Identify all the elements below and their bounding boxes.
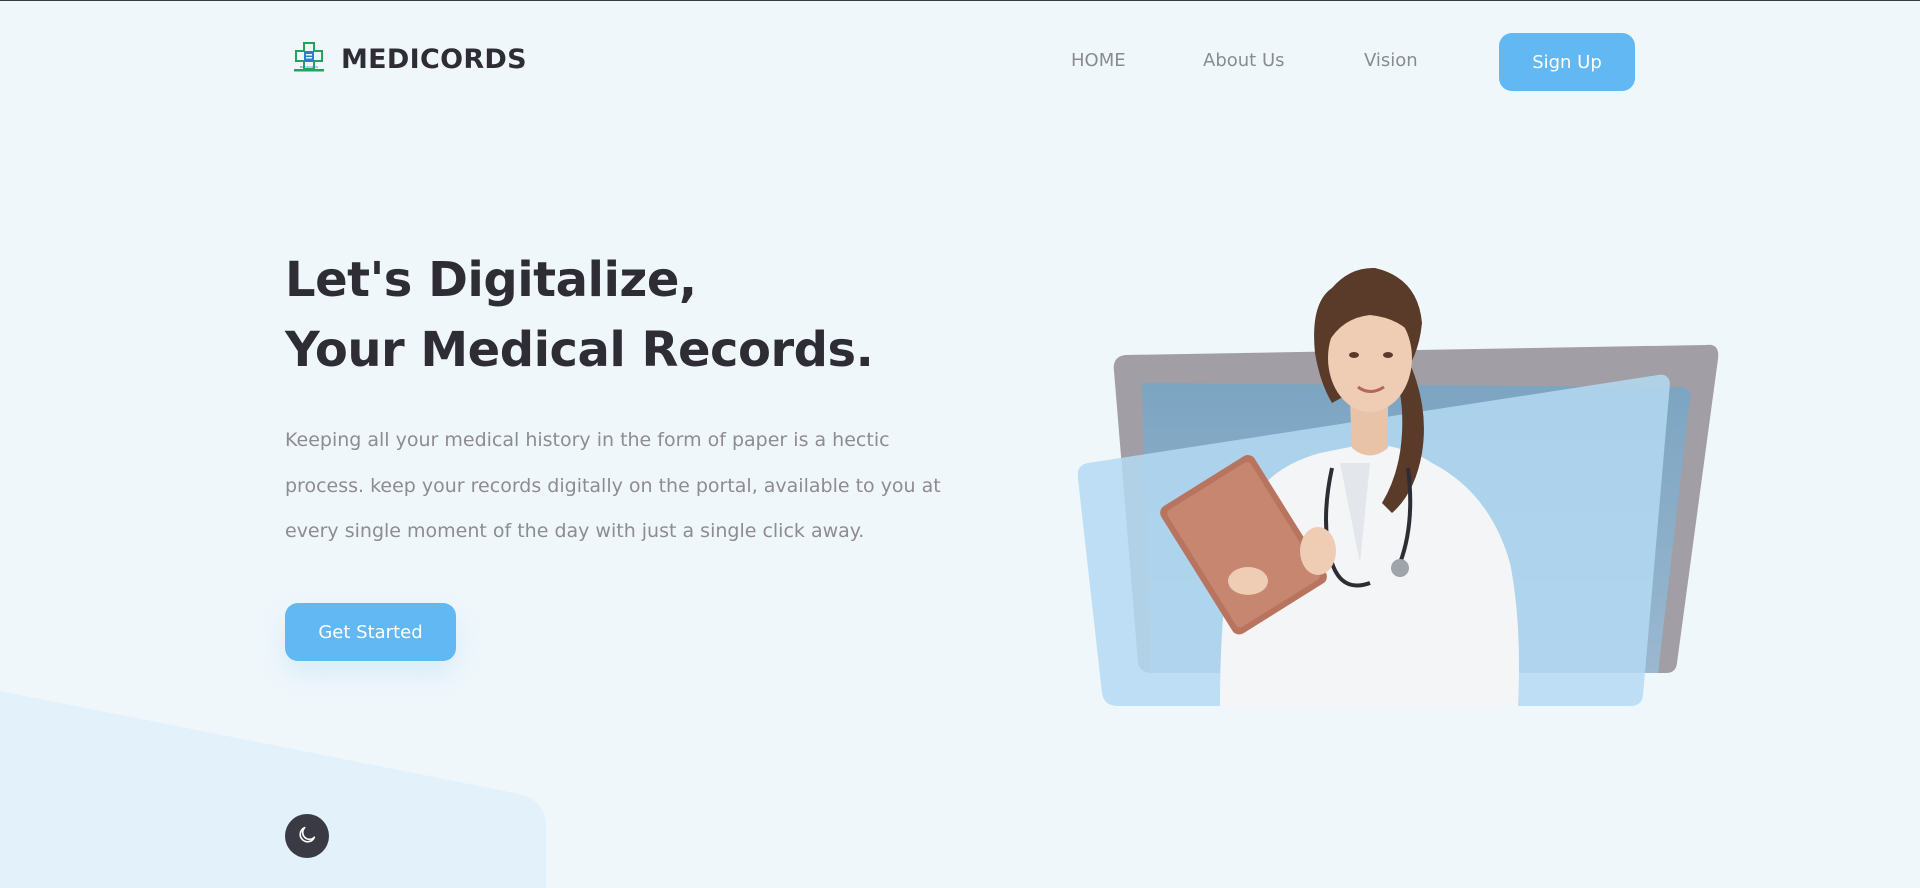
hero-description-line: Keeping all your medical history in the … bbox=[285, 429, 890, 451]
hero-description: Keeping all your medical history in the … bbox=[285, 418, 985, 555]
nav-home-link[interactable]: HOME bbox=[1071, 50, 1126, 71]
theme-toggle-button[interactable] bbox=[285, 814, 329, 858]
sign-up-button[interactable]: Sign Up bbox=[1499, 33, 1635, 91]
logo-wordmark: MEDICORDS bbox=[300, 65, 319, 69]
moon-icon bbox=[296, 824, 318, 849]
get-started-button[interactable]: Get Started bbox=[285, 603, 456, 661]
hero-title: Let's Digitalize, Your Medical Records. bbox=[285, 245, 874, 385]
doctor-holding-tablet-illustration bbox=[1077, 267, 1719, 706]
nav-vision-link[interactable]: Vision bbox=[1364, 50, 1418, 71]
medical-cross-logo-icon[interactable]: MEDICORDS bbox=[292, 39, 326, 73]
background-decor-shape bbox=[0, 691, 546, 888]
brand-name[interactable]: MEDICORDS bbox=[341, 44, 527, 75]
hero-title-line: Let's Digitalize, bbox=[285, 252, 697, 308]
hero-description-line: every single moment of the day with just… bbox=[285, 520, 865, 542]
hero-description-line: process. keep your records digitally on … bbox=[285, 474, 941, 497]
nav-about-link[interactable]: About Us bbox=[1203, 50, 1285, 71]
top-navigation: MEDICORDS MEDICORDS HOME About Us Vision… bbox=[0, 1, 1920, 121]
hero-title-line: Your Medical Records. bbox=[285, 322, 874, 378]
